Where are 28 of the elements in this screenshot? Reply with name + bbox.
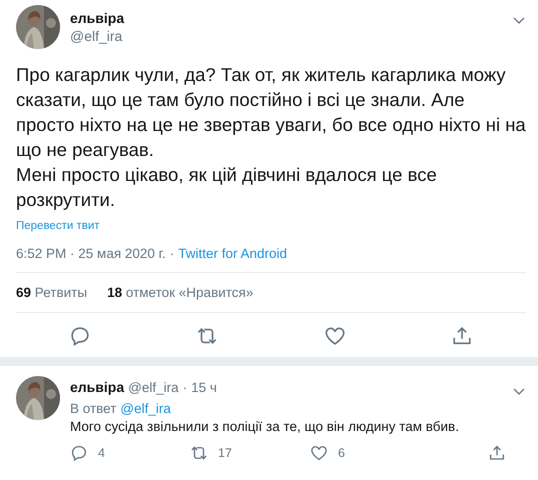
stat-count[interactable]: 69 Ретвиты (16, 285, 88, 300)
reply-icon[interactable] (68, 325, 91, 347)
action-count: 17 (218, 446, 232, 460)
retweet-icon[interactable] (190, 444, 208, 462)
translate-link[interactable]: Перевести твит (16, 220, 100, 232)
reply-time[interactable]: 15 ч (191, 380, 217, 394)
reply-text: Мого сусіда звільнили з поліції за те, що він людину там вбив. (70, 419, 460, 434)
reply-icon[interactable] (70, 444, 88, 462)
author-name[interactable]: ельвіра (70, 379, 124, 395)
reply-to-label: В ответ (70, 401, 116, 416)
source-link[interactable]: Twitter for Android (178, 246, 288, 261)
heart-icon[interactable] (310, 444, 328, 462)
tweet-text: Про кагарлик чули, да? Так от, як житель кагарлика можу сказати, що це там було постійно і всі це знали. Але просто ніхто на це не звертав уваги, бо все одно ніхто ні на що не реагував. (16, 63, 526, 162)
retweet-icon[interactable] (196, 325, 218, 347)
separator: · (170, 246, 174, 261)
stat-count[interactable]: 18 отметок «Нравится» (107, 285, 254, 300)
action-count: 6 (338, 446, 345, 460)
author-name[interactable]: ельвіра (70, 10, 502, 26)
separator: · (182, 380, 188, 394)
share-icon[interactable] (451, 325, 474, 347)
timestamp[interactable]: 6:52 PM · 25 мая 2020 г. (16, 246, 166, 261)
author-handle[interactable]: @elf_ira (128, 380, 179, 394)
author-handle[interactable]: @elf_ira (70, 28, 502, 44)
tweet-text: Мені просто цікаво, як цій дівчині вдалося це все розкрутити. (16, 163, 438, 212)
share-icon[interactable] (488, 444, 506, 462)
heart-icon[interactable] (324, 325, 346, 347)
reply-to-link[interactable]: @elf_ira (120, 401, 171, 416)
action-count: 4 (98, 446, 105, 460)
